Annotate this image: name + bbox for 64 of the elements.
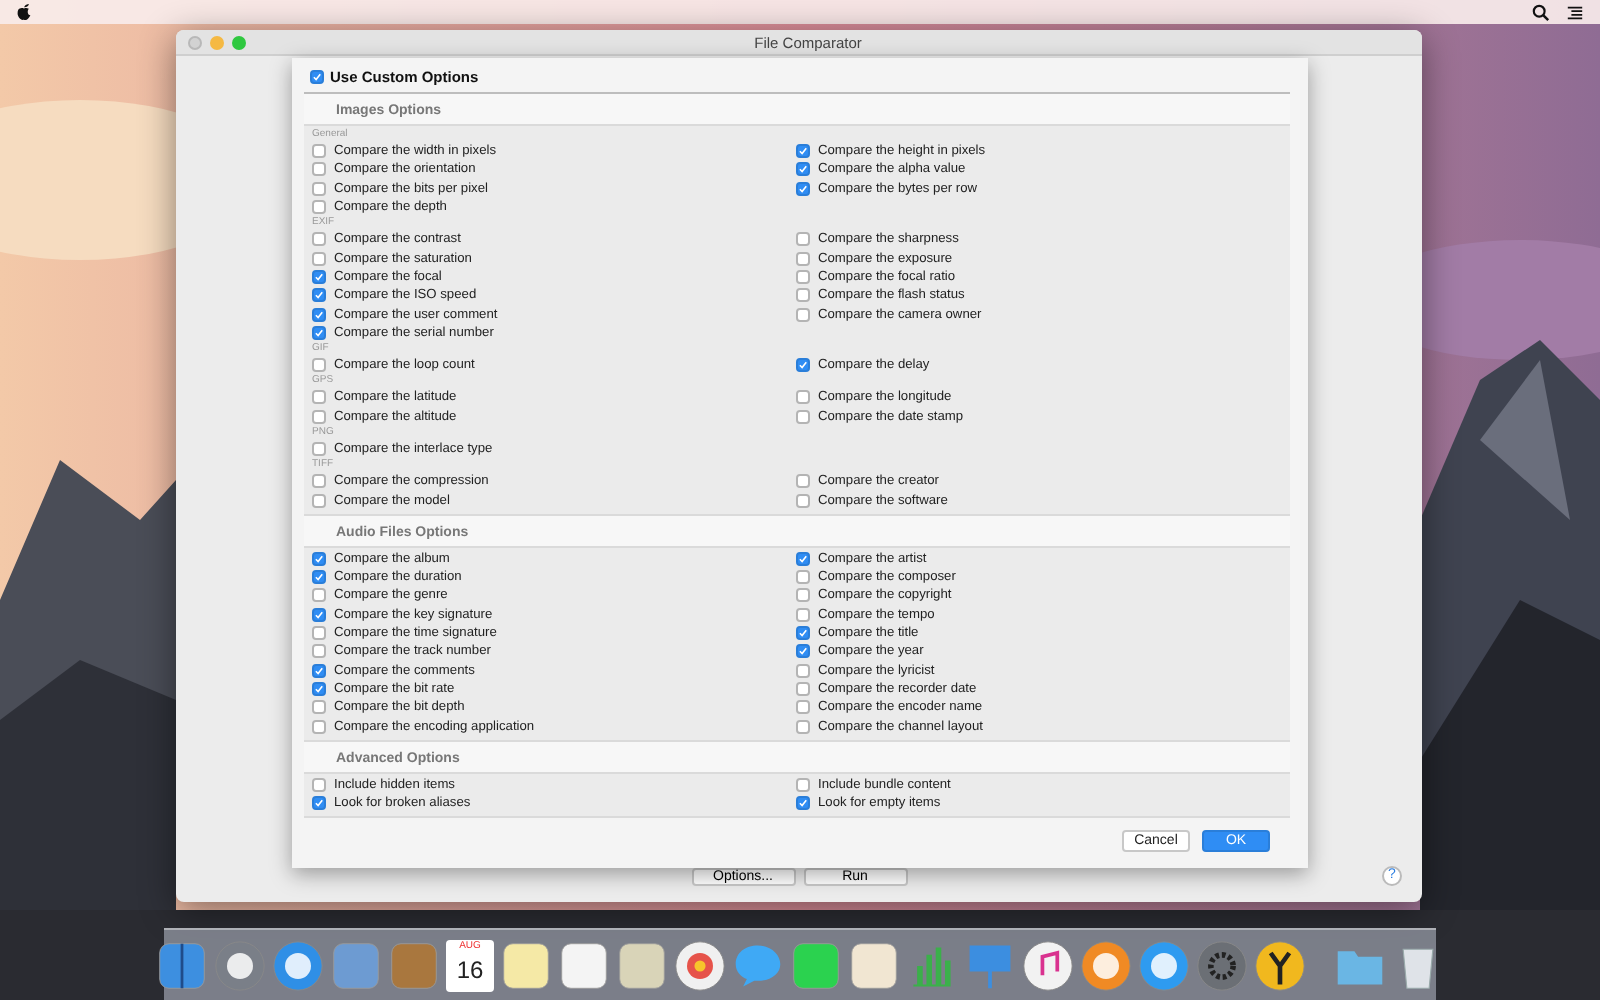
- checkbox[interactable]: [796, 626, 810, 641]
- checkbox[interactable]: [312, 442, 326, 456]
- close-button[interactable]: [188, 35, 202, 49]
- checkbox[interactable]: [312, 181, 326, 196]
- checkbox[interactable]: [796, 663, 810, 678]
- apple-logo-icon[interactable]: [16, 2, 32, 22]
- checkbox[interactable]: [312, 644, 326, 659]
- checkbox[interactable]: [312, 251, 326, 266]
- checkbox[interactable]: [796, 409, 810, 424]
- checkbox[interactable]: [312, 663, 326, 678]
- checkbox[interactable]: [312, 325, 326, 340]
- checkbox[interactable]: [796, 551, 810, 566]
- minimize-button[interactable]: [210, 35, 224, 49]
- checkbox[interactable]: [796, 607, 810, 622]
- gear-icon[interactable]: [1196, 940, 1248, 992]
- checkbox[interactable]: [796, 588, 810, 603]
- checkbox[interactable]: [312, 551, 326, 566]
- checkbox[interactable]: [796, 700, 810, 715]
- checkbox[interactable]: [796, 307, 810, 322]
- checkbox[interactable]: [796, 644, 810, 659]
- chat-bubble-icon[interactable]: [732, 940, 784, 992]
- checkbox[interactable]: [310, 70, 324, 84]
- checkbox[interactable]: [312, 232, 326, 247]
- checkbox[interactable]: [312, 307, 326, 322]
- checkbox[interactable]: [312, 719, 326, 734]
- checkbox[interactable]: [312, 269, 326, 284]
- checkbox[interactable]: [312, 777, 326, 792]
- search-icon[interactable]: [1532, 3, 1550, 21]
- list-icon[interactable]: [1566, 3, 1584, 21]
- checkbox[interactable]: [796, 232, 810, 247]
- checkbox[interactable]: [312, 474, 326, 489]
- checkbox[interactable]: [796, 390, 810, 405]
- checkbox[interactable]: [312, 409, 326, 424]
- checkbox[interactable]: [796, 144, 810, 159]
- checkbox[interactable]: [796, 474, 810, 489]
- checkbox[interactable]: [796, 493, 810, 508]
- checkbox[interactable]: [796, 358, 810, 373]
- checkbox[interactable]: [796, 162, 810, 177]
- checkbox[interactable]: [312, 681, 326, 696]
- fork-icon[interactable]: [1254, 940, 1306, 992]
- zoom-button[interactable]: [232, 35, 246, 49]
- checkbox[interactable]: [796, 251, 810, 266]
- checkbox[interactable]: [312, 358, 326, 373]
- checkbox[interactable]: [796, 288, 810, 303]
- flower-icon[interactable]: [674, 940, 726, 992]
- checkbox[interactable]: [312, 390, 326, 405]
- checkbox[interactable]: [796, 719, 810, 734]
- checkbox[interactable]: [796, 796, 810, 811]
- checkbox[interactable]: [796, 570, 810, 585]
- checkbox[interactable]: [796, 681, 810, 696]
- checkbox[interactable]: [796, 777, 810, 792]
- checkbox[interactable]: [312, 626, 326, 641]
- checkbox[interactable]: [312, 288, 326, 303]
- checkbox[interactable]: [312, 162, 326, 177]
- checkbox[interactable]: [312, 493, 326, 508]
- checkbox[interactable]: [312, 796, 326, 811]
- checkbox[interactable]: [312, 144, 326, 159]
- checkbox[interactable]: [312, 607, 326, 622]
- checkbox[interactable]: [796, 181, 810, 196]
- checkbox[interactable]: [312, 570, 326, 585]
- checkbox[interactable]: [312, 588, 326, 603]
- checkbox[interactable]: [796, 269, 810, 284]
- checkbox[interactable]: [312, 700, 326, 715]
- checkbox[interactable]: [312, 200, 326, 215]
